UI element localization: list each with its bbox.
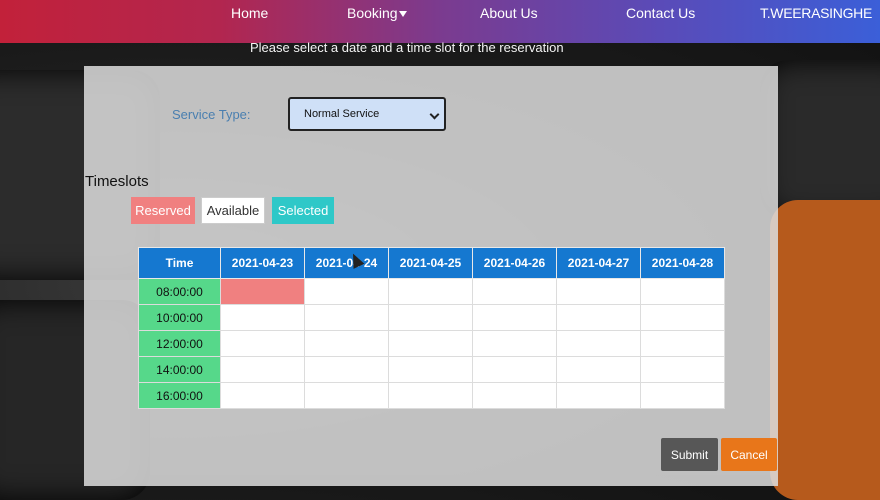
slot-cell[interactable] [304,356,389,383]
time-column-header: Time [138,247,221,279]
slot-cell[interactable] [220,330,305,357]
legend-reserved: Reserved [131,197,195,224]
slot-cell[interactable] [556,304,641,331]
time-cell: 08:00:00 [138,278,221,305]
time-cell: 14:00:00 [138,356,221,383]
slot-cell[interactable] [304,304,389,331]
slot-cell[interactable] [640,278,725,305]
slot-cell[interactable] [472,382,557,409]
legend-available: Available [201,197,265,224]
background-decoration [770,200,880,500]
page-subtitle: Please select a date and a time slot for… [250,40,564,55]
slot-cell[interactable] [220,356,305,383]
slot-cell[interactable] [640,356,725,383]
slot-cell[interactable] [556,278,641,305]
navbar: Home Booking About Us Contact Us T.WEERA… [0,0,880,43]
nav-contact-link[interactable]: Contact Us [626,5,695,21]
slot-cell[interactable] [472,356,557,383]
date-column-header: 2021-04-27 [556,247,641,279]
slot-cell[interactable] [556,382,641,409]
nav-user-link[interactable]: T.WEERASINGHE [760,5,872,21]
slot-cell[interactable] [640,330,725,357]
table-row: 08:00:00 [138,278,725,305]
timeslot-table: Time 2021-04-23 2021-04-24 2021-04-25 2021-… [138,247,725,409]
chevron-down-icon [429,109,440,120]
slot-cell[interactable] [220,382,305,409]
slot-cell[interactable] [640,304,725,331]
table-header-row: Time 2021-04-23 2021-04-24 2021-04-25 2021-… [138,247,725,279]
table-row: 14:00:00 [138,356,725,383]
background-decoration [760,60,880,220]
nav-booking-dropdown[interactable]: Booking [347,5,407,21]
date-column-header: 2021-04-26 [472,247,557,279]
slot-cell[interactable] [556,330,641,357]
slot-cell[interactable] [304,330,389,357]
time-cell: 10:00:00 [138,304,221,331]
slot-cell[interactable] [220,304,305,331]
table-row: 16:00:00 [138,382,725,409]
table-row: 12:00:00 [138,330,725,357]
caret-down-icon [398,11,407,18]
date-column-header: 2021-04-25 [388,247,473,279]
slot-cell[interactable] [388,382,473,409]
slot-cell[interactable] [640,382,725,409]
slot-cell[interactable] [304,278,389,305]
nav-about-link[interactable]: About Us [480,5,538,21]
slot-cell[interactable] [472,330,557,357]
date-column-header: 2021-04-23 [220,247,305,279]
slot-cell-reserved [220,278,305,305]
time-cell: 16:00:00 [138,382,221,409]
slot-cell[interactable] [304,382,389,409]
slot-cell[interactable] [388,330,473,357]
slot-cell[interactable] [388,356,473,383]
time-cell: 12:00:00 [138,330,221,357]
slot-cell[interactable] [388,278,473,305]
table-row: 10:00:00 [138,304,725,331]
slot-cell[interactable] [472,278,557,305]
date-column-header: 2021-04-28 [640,247,725,279]
service-type-label: Service Type: [172,107,251,122]
slot-cell[interactable] [388,304,473,331]
service-type-value: Normal Service [304,108,380,120]
submit-button[interactable]: Submit [661,438,718,471]
legend-selected: Selected [272,197,334,224]
cancel-button[interactable]: Cancel [721,438,777,471]
nav-home-link[interactable]: Home [231,5,268,21]
nav-booking-label: Booking [347,5,398,21]
timeslots-heading: Timeslots [85,173,149,190]
slot-cell[interactable] [556,356,641,383]
service-type-select[interactable]: Normal Service [288,97,446,131]
slot-cell[interactable] [472,304,557,331]
date-column-header: 2021-04-24 [304,247,389,279]
